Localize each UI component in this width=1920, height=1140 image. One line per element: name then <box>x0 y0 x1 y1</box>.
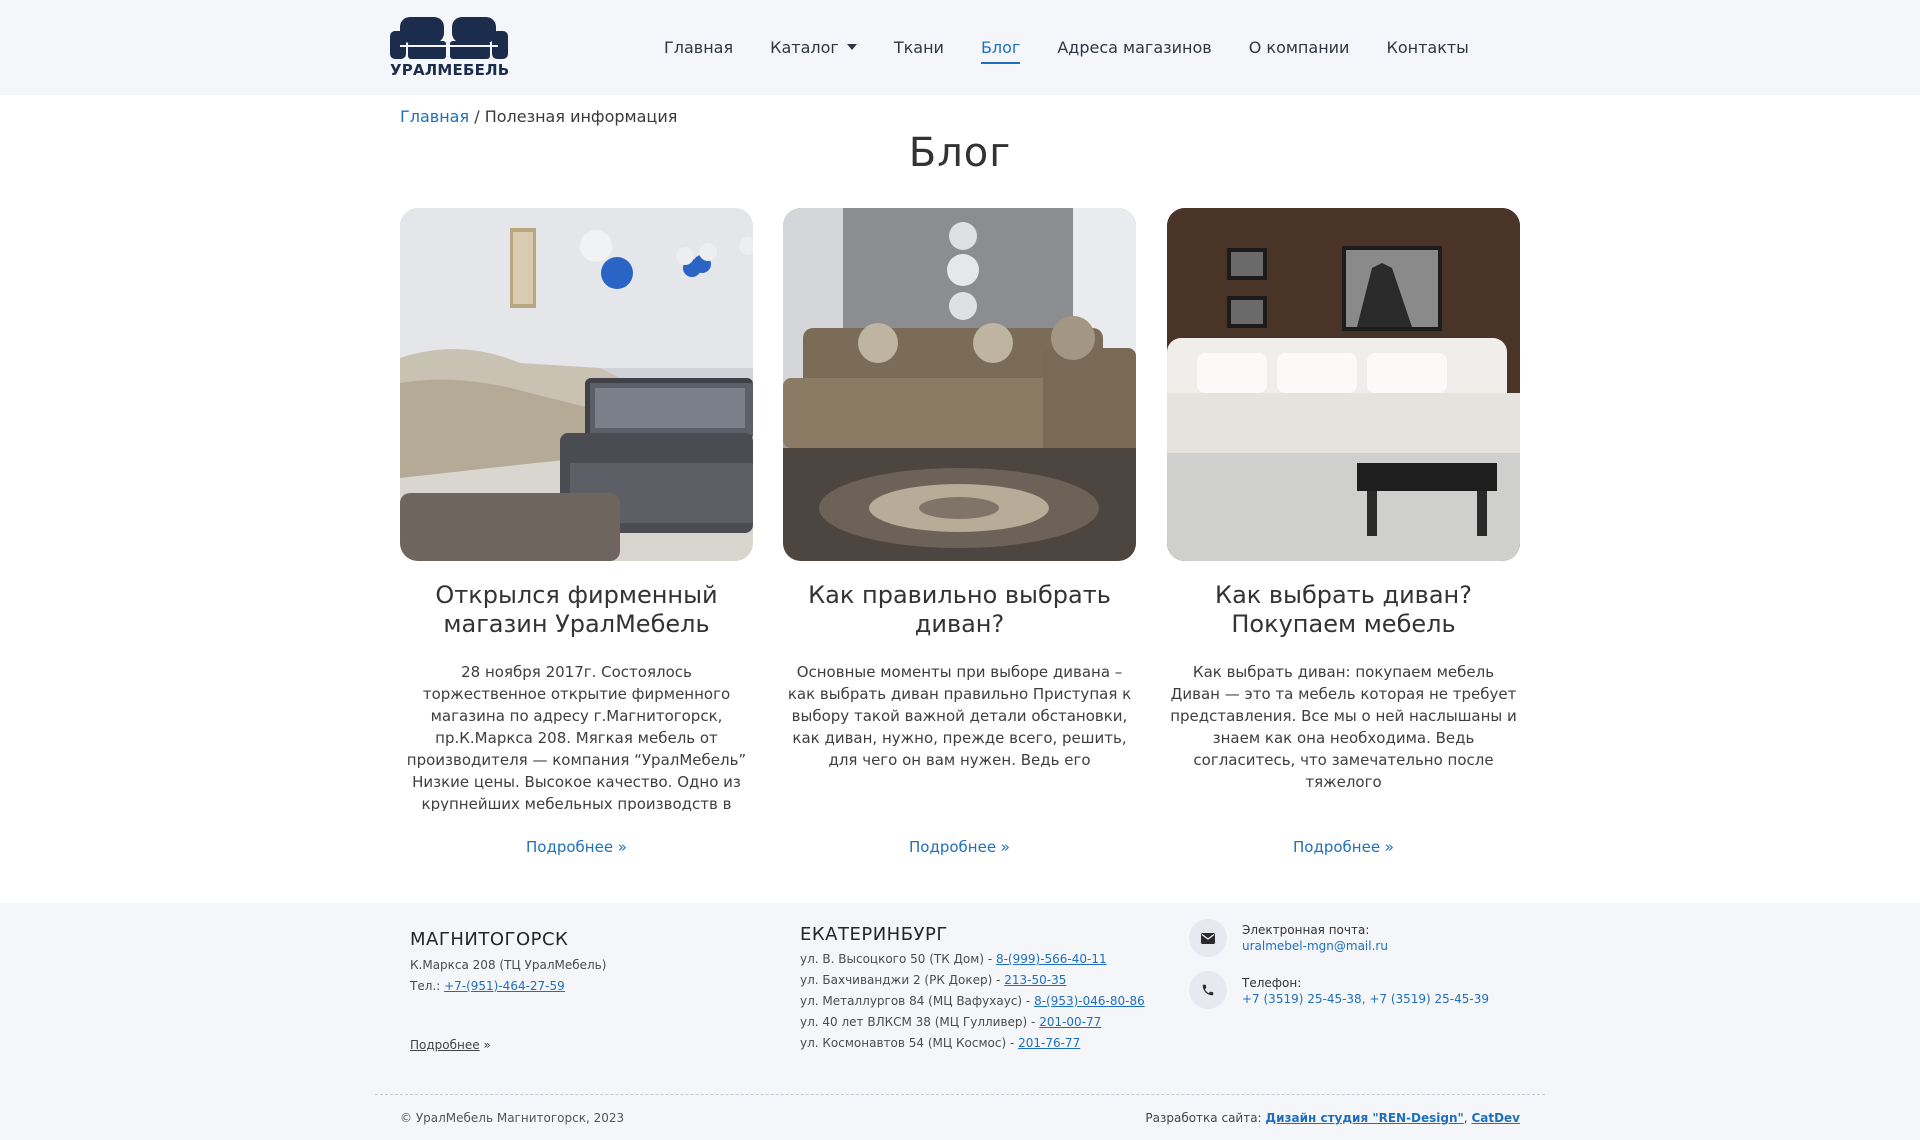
phone-icon <box>1189 971 1227 1009</box>
blog-card-title[interactable]: Как правильно выбрать диван? <box>783 581 1136 639</box>
blog-card: Открылся фирменный магазин УралМебель 28… <box>400 208 753 856</box>
footer-ekb-store: ул. Металлургов 84 (МЦ Вафухаус) - 8-(95… <box>800 991 1145 1012</box>
footer-ekb-store: ул. 40 лет ВЛКСМ 38 (МЦ Гулливер) - 201-… <box>800 1012 1101 1033</box>
breadcrumb: Главная / Полезная информация <box>400 107 677 126</box>
read-more-link[interactable]: Подробнее » <box>1167 838 1520 856</box>
breadcrumb-current: Полезная информация <box>484 107 678 126</box>
dev-studio-link[interactable]: Дизайн студия "REN-Design" <box>1265 1111 1463 1125</box>
footer-ekb-store-phone[interactable]: 8-(953)-046-80-86 <box>1034 994 1145 1008</box>
nav-item-contacts[interactable]: Контакты <box>1386 36 1468 60</box>
footer-ekb-store-address: ул. Космонавтов 54 (МЦ Космос) - <box>800 1036 1019 1050</box>
footer-ekb-store-phone[interactable]: 201-76-77 <box>1018 1036 1080 1050</box>
nav-item-fabrics[interactable]: Ткани <box>894 36 944 60</box>
logo-text: УРАЛМЕБЕЛЬ <box>390 61 510 79</box>
footer-ekb-store-phone[interactable]: 8-(999)-566-40-11 <box>996 952 1107 966</box>
blog-card-title[interactable]: Открылся фирменный магазин УралМебель <box>400 581 753 639</box>
dev-other-link[interactable]: CatDev <box>1471 1111 1520 1125</box>
footer-ekb-store-phone[interactable]: 201-00-77 <box>1039 1015 1101 1029</box>
site-logo[interactable]: УРАЛМЕБЕЛЬ <box>390 15 510 79</box>
site-footer: МАГНИТОГОРСК К.Маркса 208 (ТЦ УралМебель… <box>0 903 1920 1140</box>
footer-ekb-store-address: ул. Бахчиванджи 2 (РК Докер) - <box>800 973 1005 987</box>
footer-mgn-address: К.Маркса 208 (ТЦ УралМебель) <box>410 958 607 972</box>
developer-credits: Разработка сайта: Дизайн студия "REN-Des… <box>1145 1111 1520 1125</box>
footer-ekb-store: ул. Бахчиванджи 2 (РК Докер) - 213-50-35 <box>800 970 1066 991</box>
read-more-link[interactable]: Подробнее » <box>400 838 753 856</box>
chevron-down-icon <box>846 43 857 50</box>
footer-mgn-more-suffix: » <box>479 1038 491 1052</box>
phone-numbers[interactable]: +7 (3519) 25-45-38, +7 (3519) 25-45-39 <box>1242 992 1489 1006</box>
site-header: УРАЛМЕБЕЛЬ Главная Каталог Ткани Блог Ад… <box>0 0 1920 95</box>
read-more-link[interactable]: Подробнее » <box>783 838 1136 856</box>
blog-card: Как правильно выбрать диван? Основные мо… <box>783 208 1136 856</box>
blog-card: Как выбрать диван? Покупаем мебель Как в… <box>1167 208 1520 856</box>
footer-ekb-store: ул. В. Высоцкого 50 (ТК Дом) - 8-(999)-5… <box>800 949 1107 970</box>
blog-card-excerpt: Основные моменты при выборе дивана – как… <box>787 663 1132 769</box>
footer-ekb-store-address: ул. Металлургов 84 (МЦ Вафухаус) - <box>800 994 1035 1008</box>
dev-label: Разработка сайта: <box>1145 1111 1266 1125</box>
envelope-icon <box>1189 919 1227 957</box>
footer-divider <box>375 1094 1545 1095</box>
breadcrumb-home-link[interactable]: Главная <box>400 107 469 126</box>
footer-mgn-phone-label: Тел.: <box>410 979 445 993</box>
footer-mgn-more: Подробнее » <box>410 1038 491 1052</box>
footer-city-magnitogorsk: МАГНИТОГОРСК <box>410 929 569 950</box>
nav-item-home[interactable]: Главная <box>664 36 733 60</box>
breadcrumb-separator: / <box>474 107 480 126</box>
footer-ekb-store-phone[interactable]: 213-50-35 <box>1004 973 1066 987</box>
page-title: Блог <box>908 130 1012 176</box>
nav-item-addresses[interactable]: Адреса магазинов <box>1057 36 1211 60</box>
footer-city-ekaterinburg: ЕКАТЕРИНБУРГ <box>800 924 948 945</box>
nav-item-about[interactable]: О компании <box>1249 36 1350 60</box>
email-link[interactable]: uralmebel-mgn@mail.ru <box>1242 939 1388 953</box>
nav-item-catalog[interactable]: Каталог <box>770 36 857 60</box>
footer-mgn-phone-line: Тел.: +7-(951)-464-27-59 <box>410 976 565 997</box>
logo-sofa-icon <box>390 17 508 59</box>
nav-item-blog[interactable]: Блог <box>980 36 1021 64</box>
blog-card-image[interactable] <box>1167 208 1520 561</box>
footer-mgn-more-link[interactable]: Подробнее <box>410 1038 480 1052</box>
blog-card-image[interactable] <box>783 208 1136 561</box>
footer-ekb-store: ул. Космонавтов 54 (МЦ Космос) - 201-76-… <box>800 1033 1080 1054</box>
blog-card-title[interactable]: Как выбрать диван? Покупаем мебель <box>1167 581 1520 639</box>
blog-card-excerpt: Как выбрать диван: покупаем мебель Диван… <box>1170 663 1517 791</box>
phone-label: Телефон: <box>1242 976 1302 990</box>
footer-ekb-store-address: ул. В. Высоцкого 50 (ТК Дом) - <box>800 952 996 966</box>
blog-card-image[interactable] <box>400 208 753 561</box>
email-label: Электронная почта: <box>1242 923 1370 937</box>
footer-mgn-phone-link[interactable]: +7-(951)-464-27-59 <box>444 979 565 993</box>
blog-card-excerpt: 28 ноября 2017г. Состоялось торжественно… <box>406 663 747 811</box>
footer-ekb-store-address: ул. 40 лет ВЛКСМ 38 (МЦ Гулливер) - <box>800 1015 1040 1029</box>
main-nav: Главная Каталог Ткани Блог Адреса магази… <box>664 36 1506 64</box>
copyright: © УралМебель Магнитогорск, 2023 <box>400 1111 625 1125</box>
nav-item-catalog-label: Каталог <box>770 38 839 57</box>
